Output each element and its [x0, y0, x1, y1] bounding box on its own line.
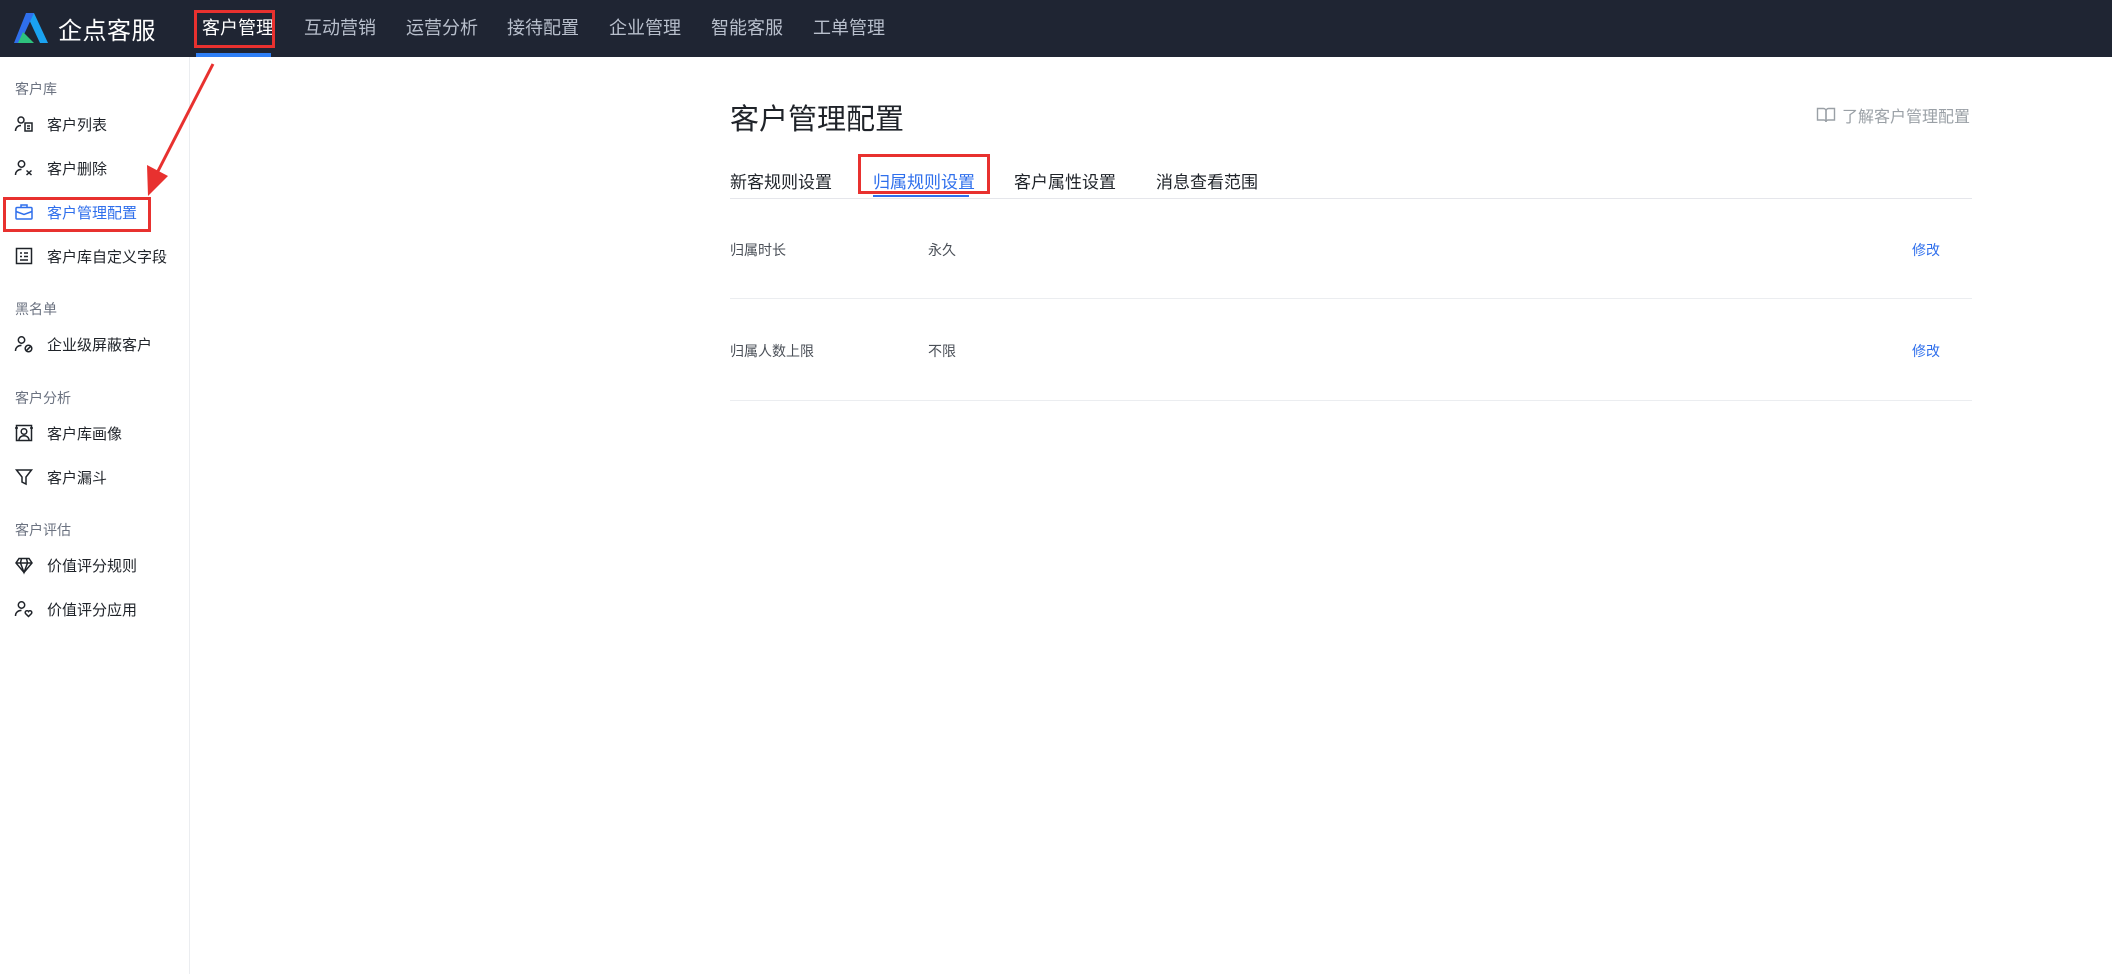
app-name: 企点客服: [58, 16, 156, 45]
sidebar-group-blacklist: 黑名单: [15, 302, 57, 318]
tabs-divider: [730, 198, 1972, 199]
tab-new-customer-rules[interactable]: 新客规则设置: [730, 168, 832, 193]
nav-ticket-management[interactable]: 工单管理: [813, 0, 885, 57]
sidebar: 客户库 客户列表 客户删除 客户管理配置 客户库自定义字段 黑名单 企业级屏蔽客…: [0, 57, 190, 974]
qidian-logo-icon: [14, 13, 48, 43]
sidebar-item-custom-fields[interactable]: 客户库自定义字段: [0, 241, 189, 271]
row-divider: [730, 400, 1972, 401]
sidebar-item-label: 价值评分规则: [47, 556, 138, 575]
user-remove-icon: [14, 158, 34, 178]
portrait-icon: [14, 423, 34, 443]
form-fields-icon: [14, 246, 34, 266]
page-title: 客户管理配置: [730, 102, 905, 136]
user-heart-icon: [14, 599, 34, 619]
customer-list-icon: [14, 114, 34, 134]
setting-label-owner-limit: 归属人数上限: [730, 344, 814, 360]
highlight-box-sidebar: [3, 197, 151, 232]
sidebar-item-value-rules[interactable]: 价值评分规则: [0, 550, 189, 580]
row-divider: [730, 298, 1972, 299]
sidebar-item-label: 客户漏斗: [47, 468, 108, 487]
sidebar-group-customer-analysis: 客户分析: [15, 391, 71, 407]
sidebar-item-enterprise-block[interactable]: 企业级屏蔽客户: [0, 329, 189, 359]
nav-interactive-marketing[interactable]: 互动营销: [304, 0, 376, 57]
sidebar-group-customer-evaluation: 客户评估: [15, 523, 71, 539]
tab-message-view-scope[interactable]: 消息查看范围: [1156, 168, 1258, 193]
funnel-icon: [14, 467, 34, 487]
nav-reception-config[interactable]: 接待配置: [507, 0, 579, 57]
setting-value-ownership-duration: 永久: [928, 243, 956, 259]
highlight-box-nav: [194, 10, 275, 48]
sidebar-item-customer-list[interactable]: 客户列表: [0, 109, 189, 139]
user-block-icon: [14, 334, 34, 354]
tab-active-indicator: [873, 195, 969, 197]
annotation-arrow: [147, 63, 215, 196]
sidebar-item-label: 企业级屏蔽客户: [47, 335, 153, 354]
top-navigation-bar: 企点客服 客户管理 互动营销 运营分析 接待配置 企业管理 智能客服 工单管理: [0, 0, 2112, 57]
book-icon: [1816, 106, 1836, 124]
sidebar-item-label: 客户列表: [47, 115, 108, 134]
edit-ownership-duration-button[interactable]: 修改: [1912, 240, 1940, 260]
sidebar-item-label: 客户库画像: [47, 424, 123, 443]
edit-owner-limit-button[interactable]: 修改: [1912, 341, 1940, 361]
sidebar-item-customer-portrait[interactable]: 客户库画像: [0, 418, 189, 448]
sidebar-item-customer-funnel[interactable]: 客户漏斗: [0, 462, 189, 492]
help-link-label: 了解客户管理配置: [1842, 107, 1971, 126]
nav-active-indicator: [196, 53, 271, 57]
help-link[interactable]: 了解客户管理配置: [1816, 104, 1970, 126]
highlight-box-tab: [858, 154, 990, 194]
sidebar-item-label: 客户删除: [47, 159, 108, 178]
nav-operations-analysis[interactable]: 运营分析: [406, 0, 478, 57]
setting-label-ownership-duration: 归属时长: [730, 243, 786, 259]
nav-smart-service[interactable]: 智能客服: [711, 0, 783, 57]
sidebar-item-value-apply[interactable]: 价值评分应用: [0, 594, 189, 624]
sidebar-item-label: 价值评分应用: [47, 600, 138, 619]
sidebar-item-label: 客户库自定义字段: [47, 247, 168, 266]
tab-customer-attributes[interactable]: 客户属性设置: [1014, 168, 1116, 193]
setting-value-owner-limit: 不限: [928, 344, 956, 360]
app-logo[interactable]: 企点客服: [14, 12, 156, 45]
nav-enterprise-management[interactable]: 企业管理: [609, 0, 681, 57]
sidebar-item-customer-delete[interactable]: 客户删除: [0, 153, 189, 183]
diamond-icon: [14, 555, 34, 575]
sidebar-group-customer-library: 客户库: [15, 82, 57, 98]
